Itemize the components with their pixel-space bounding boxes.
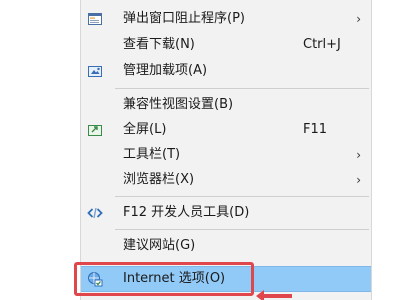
- menu-item-label: 弹出窗口阻止程序(P): [123, 11, 245, 26]
- menu-item-label: 管理加载项(A): [123, 63, 208, 78]
- menu-separator: [115, 88, 369, 89]
- menu-separator: [115, 229, 369, 230]
- menu-item-view-downloads[interactable]: 查看下载(N) Ctrl+J: [81, 34, 371, 56]
- submenu-arrow-icon: ›: [356, 12, 361, 26]
- menu-item-popup-blocker[interactable]: 弹出窗口阻止程序(P) ›: [81, 8, 371, 30]
- menu-item-label: F12 开发人员工具(D): [123, 205, 250, 220]
- submenu-arrow-icon: ›: [356, 148, 361, 162]
- fullscreen-icon: [87, 122, 103, 138]
- menu-item-label: 全屏(L): [123, 122, 167, 137]
- menu-item-label: 建议网站(G): [123, 238, 196, 253]
- menu-separator: [115, 196, 369, 197]
- menu-item-label: 兼容性视图设置(B): [123, 97, 234, 112]
- menu-item-label: 浏览器栏(X): [123, 172, 195, 187]
- menu-item-explorer-bars[interactable]: 浏览器栏(X) ›: [81, 169, 371, 191]
- menu-item-fullscreen[interactable]: 全屏(L) F11: [81, 119, 371, 141]
- menu-item-shortcut: Ctrl+J: [303, 37, 341, 52]
- menu-item-shortcut: F11: [303, 122, 328, 137]
- submenu-arrow-icon: ›: [356, 173, 361, 187]
- context-menu: 弹出窗口阻止程序(P) › 查看下载(N) Ctrl+J 管理加载项(A) 兼容…: [80, 0, 372, 300]
- annotation-arrow-icon: [256, 290, 292, 300]
- developer-tools-icon: [87, 205, 103, 221]
- annotation-highlight-box: [74, 262, 254, 296]
- menu-item-manage-addons[interactable]: 管理加载项(A): [81, 60, 371, 82]
- menu-item-label: 工具栏(T): [123, 147, 181, 162]
- menu-item-toolbars[interactable]: 工具栏(T) ›: [81, 144, 371, 166]
- menu-item-label: 查看下载(N): [123, 37, 195, 52]
- manage-addons-icon: [87, 63, 103, 79]
- menu-item-suggested-sites[interactable]: 建议网站(G): [81, 235, 371, 257]
- popup-blocker-icon: [87, 11, 103, 27]
- menu-item-compatibility-view[interactable]: 兼容性视图设置(B): [81, 94, 371, 116]
- menu-item-developer-tools[interactable]: F12 开发人员工具(D): [81, 202, 371, 224]
